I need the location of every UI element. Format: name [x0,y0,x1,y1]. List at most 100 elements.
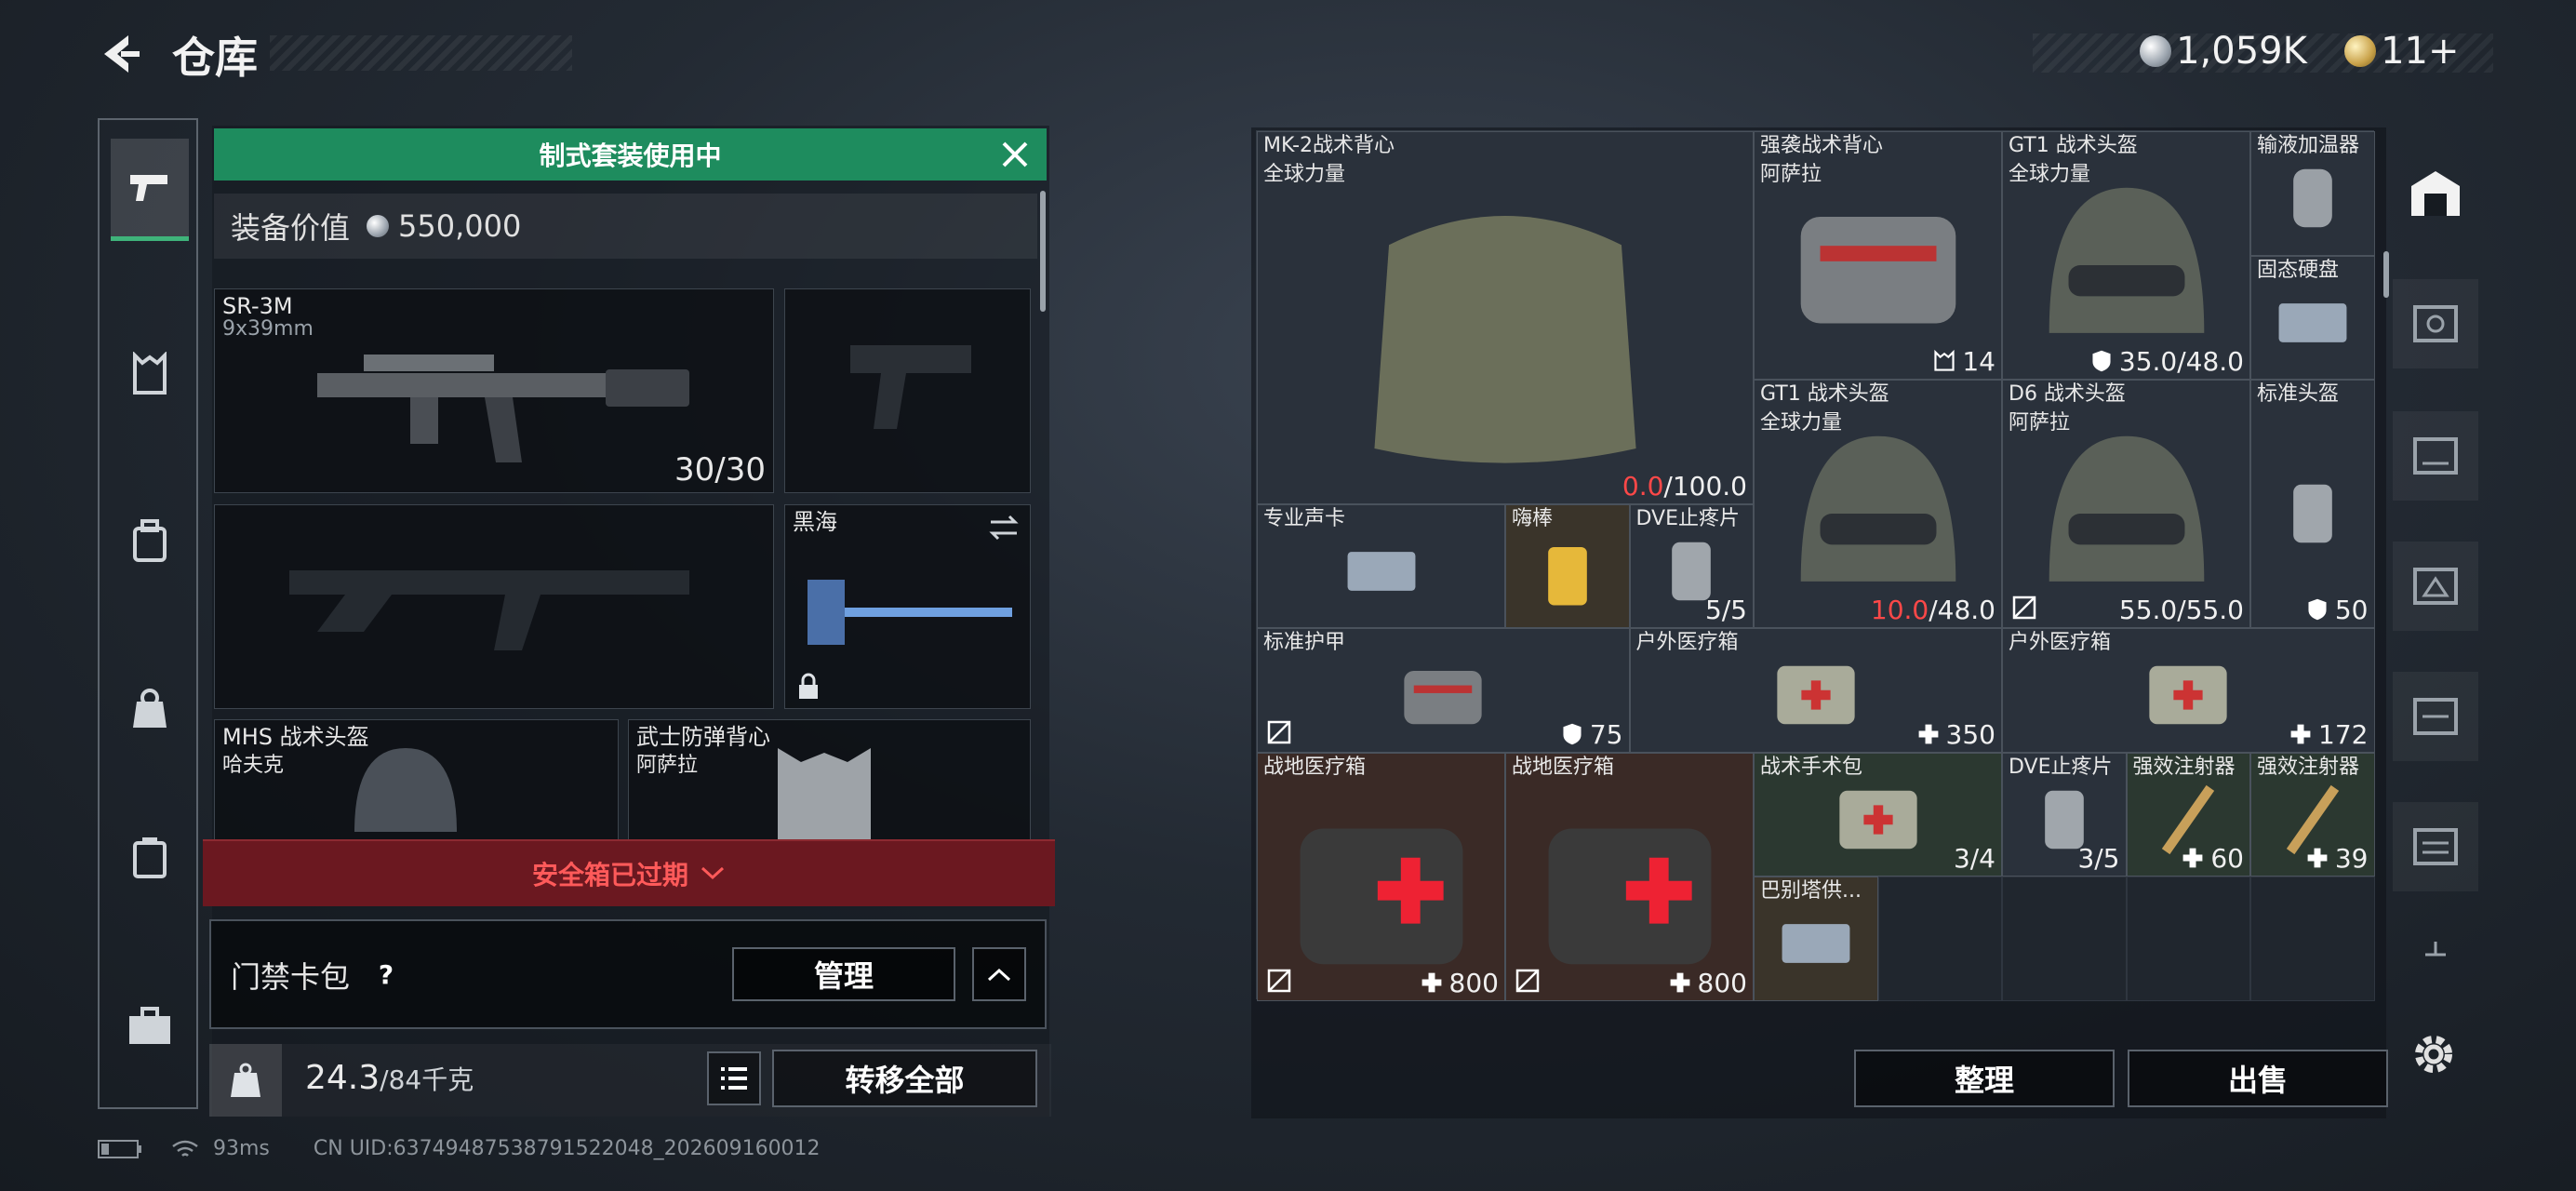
sort-button[interactable]: 整理 [1854,1050,2115,1107]
silver-amount: 1,059K [2176,30,2307,73]
item-name: 固态硬盘 [2257,258,2340,282]
grid-cell[interactable] [1877,877,2002,1001]
rifle-placeholder-icon [289,570,689,650]
safe-box-expired-banner[interactable]: 安全箱已过期 [203,839,1055,906]
settings-gear-icon[interactable] [2408,1028,2460,1080]
storage-item[interactable]: DVE止疼片 3/5 [2002,752,2127,877]
plus-icon [2425,942,2446,957]
rail-vest-tab[interactable] [111,323,189,425]
item-value: 75 [1560,719,1623,750]
grid-cell[interactable] [2250,877,2375,1001]
item-value: 14 [1932,346,1995,377]
rail-backpack-tab[interactable] [111,490,189,593]
item-value-text: 350 [1945,718,1995,750]
item-value-text: /100.0 [1663,470,1747,502]
slot-caliber: 9x39mm [222,317,314,341]
storage-item[interactable]: 战地医疗箱 800 [1257,752,1505,1001]
secondary-weapon-slot[interactable] [214,504,774,709]
item-brand: 阿萨拉 [2009,411,2071,435]
storage-item[interactable]: 标准头盔 50 [2250,380,2375,628]
vest-slot[interactable]: 武士防弹背心 阿萨拉 [628,719,1031,845]
storage-item[interactable]: 专业声卡 [1257,503,1505,628]
storage-item[interactable]: 嗨棒 [1505,503,1630,628]
rail-storage-5-tab[interactable] [2393,279,2478,368]
item-value-text: 800 [1697,967,1747,998]
shelf-icon [2413,698,2458,735]
manage-button[interactable]: 管理 [732,947,955,1001]
item-durability-current: 10.0 [1870,595,1929,625]
page-title: 仓库 [172,33,258,83]
close-icon[interactable] [996,136,1034,173]
list-view-button[interactable] [707,1051,761,1105]
item-value-text: 3/5 [2077,843,2120,874]
collapse-button[interactable] [972,947,1026,1001]
transfer-all-button[interactable]: 转移全部 [772,1050,1037,1107]
rail-case-tab[interactable] [111,807,189,909]
item-name: DVE止疼片 [1635,506,1741,530]
storage-item[interactable]: 强效注射器 39 [2250,752,2375,877]
storage-item[interactable]: D6 战术头盔 阿萨拉 55.0/55.0 [2002,380,2250,628]
sell-button[interactable]: 出售 [2128,1050,2388,1107]
ammo-count: 30/30 [674,451,766,488]
loadout-banner: 制式套装使用中 [214,128,1047,181]
item-name: D6 战术头盔 [2009,382,2126,406]
item-name: 强袭战术背心 [1760,134,1884,157]
item-brand: 阿萨拉 [1760,163,1822,186]
rail-storage-2-tab[interactable] [2393,672,2478,761]
backpack-icon [133,519,167,562]
helmet-slot[interactable]: MHS 战术头盔 哈夫克 [214,719,619,845]
shield-icon [2092,350,2111,372]
rail-storage-4-tab[interactable] [2393,411,2478,501]
storage-rail [2389,130,2482,1005]
weight-icon-box [209,1044,282,1117]
storage-item[interactable]: 户外医疗箱 172 [2002,628,2375,753]
swap-icon[interactable] [987,513,1021,542]
item-value-text: 39 [2334,843,2369,874]
rail-weapon-tab[interactable] [111,139,189,241]
storage-item[interactable]: DVE止疼片 5/5 [1629,503,1754,628]
storage-item[interactable]: 固态硬盘 [2250,255,2375,380]
loadout-scrollbar[interactable] [1040,191,1046,312]
kg-weight-icon [231,1063,260,1097]
rail-main-storage-tab[interactable] [2393,149,2478,238]
storage-item[interactable]: 户外医疗箱 350 [1629,628,2002,753]
rail-storage-1-tab[interactable] [2393,802,2478,891]
storage-item[interactable]: 战术手术包 3/4 [1754,752,2002,877]
item-image [1347,551,1415,591]
silver-currency[interactable]: 1,059K [2140,30,2307,73]
storage-item[interactable]: 标准护甲 75 [1257,628,1630,753]
grid-cell[interactable] [2126,877,2250,1001]
chevron-up-icon [987,968,1011,982]
rail-toolbox-tab[interactable] [111,974,189,1077]
item-image [2278,302,2347,342]
rail-bag-tab[interactable] [111,658,189,760]
storage-item[interactable]: 强效注射器 60 [2126,752,2250,877]
pistol-icon [130,174,167,201]
item-value-text: 800 [1448,967,1499,998]
storage-item[interactable]: MK-2战术背心 全球力量 0.0/100.0 [1257,131,1754,504]
slot-brand: 阿萨拉 [636,754,699,777]
back-arrow-icon[interactable] [93,28,145,80]
shelf-icon [2413,305,2458,342]
storage-item[interactable]: 输液加温器 [2250,131,2375,256]
storage-item[interactable]: 战地医疗箱 800 [1505,752,1754,1001]
slot-name: 武士防弹背心 [636,724,770,750]
grid-cell[interactable] [2002,877,2127,1001]
storage-item[interactable]: GT1 战术头盔 全球力量 10.0/48.0 [1754,380,2002,628]
help-icon[interactable]: ? [367,957,405,994]
no-armor-icon [1515,969,1540,992]
melee-slot[interactable]: 黑海 [784,504,1031,709]
gold-currency[interactable]: 11+ [2344,30,2460,73]
rail-add-tab[interactable] [2393,930,2478,968]
rail-storage-3-tab[interactable] [2393,542,2478,631]
item-image [1782,924,1850,963]
equipment-value: 装备价值 550,000 [214,194,1037,259]
primary-weapon-slot[interactable]: SR-3M 9x39mm 30/30 [214,288,774,493]
sidearm-slot[interactable] [784,288,1031,493]
slot-name: SR-3M [222,293,293,319]
storage-item[interactable]: GT1 战术头盔 全球力量 35.0/48.0 [2002,131,2250,380]
item-name: 强效注射器 [2132,755,2236,779]
storage-item[interactable]: 巴别塔供... [1754,877,1878,1001]
storage-item[interactable]: 强袭战术背心 阿萨拉 14 [1754,131,2002,380]
no-armor-icon [1267,720,1291,743]
